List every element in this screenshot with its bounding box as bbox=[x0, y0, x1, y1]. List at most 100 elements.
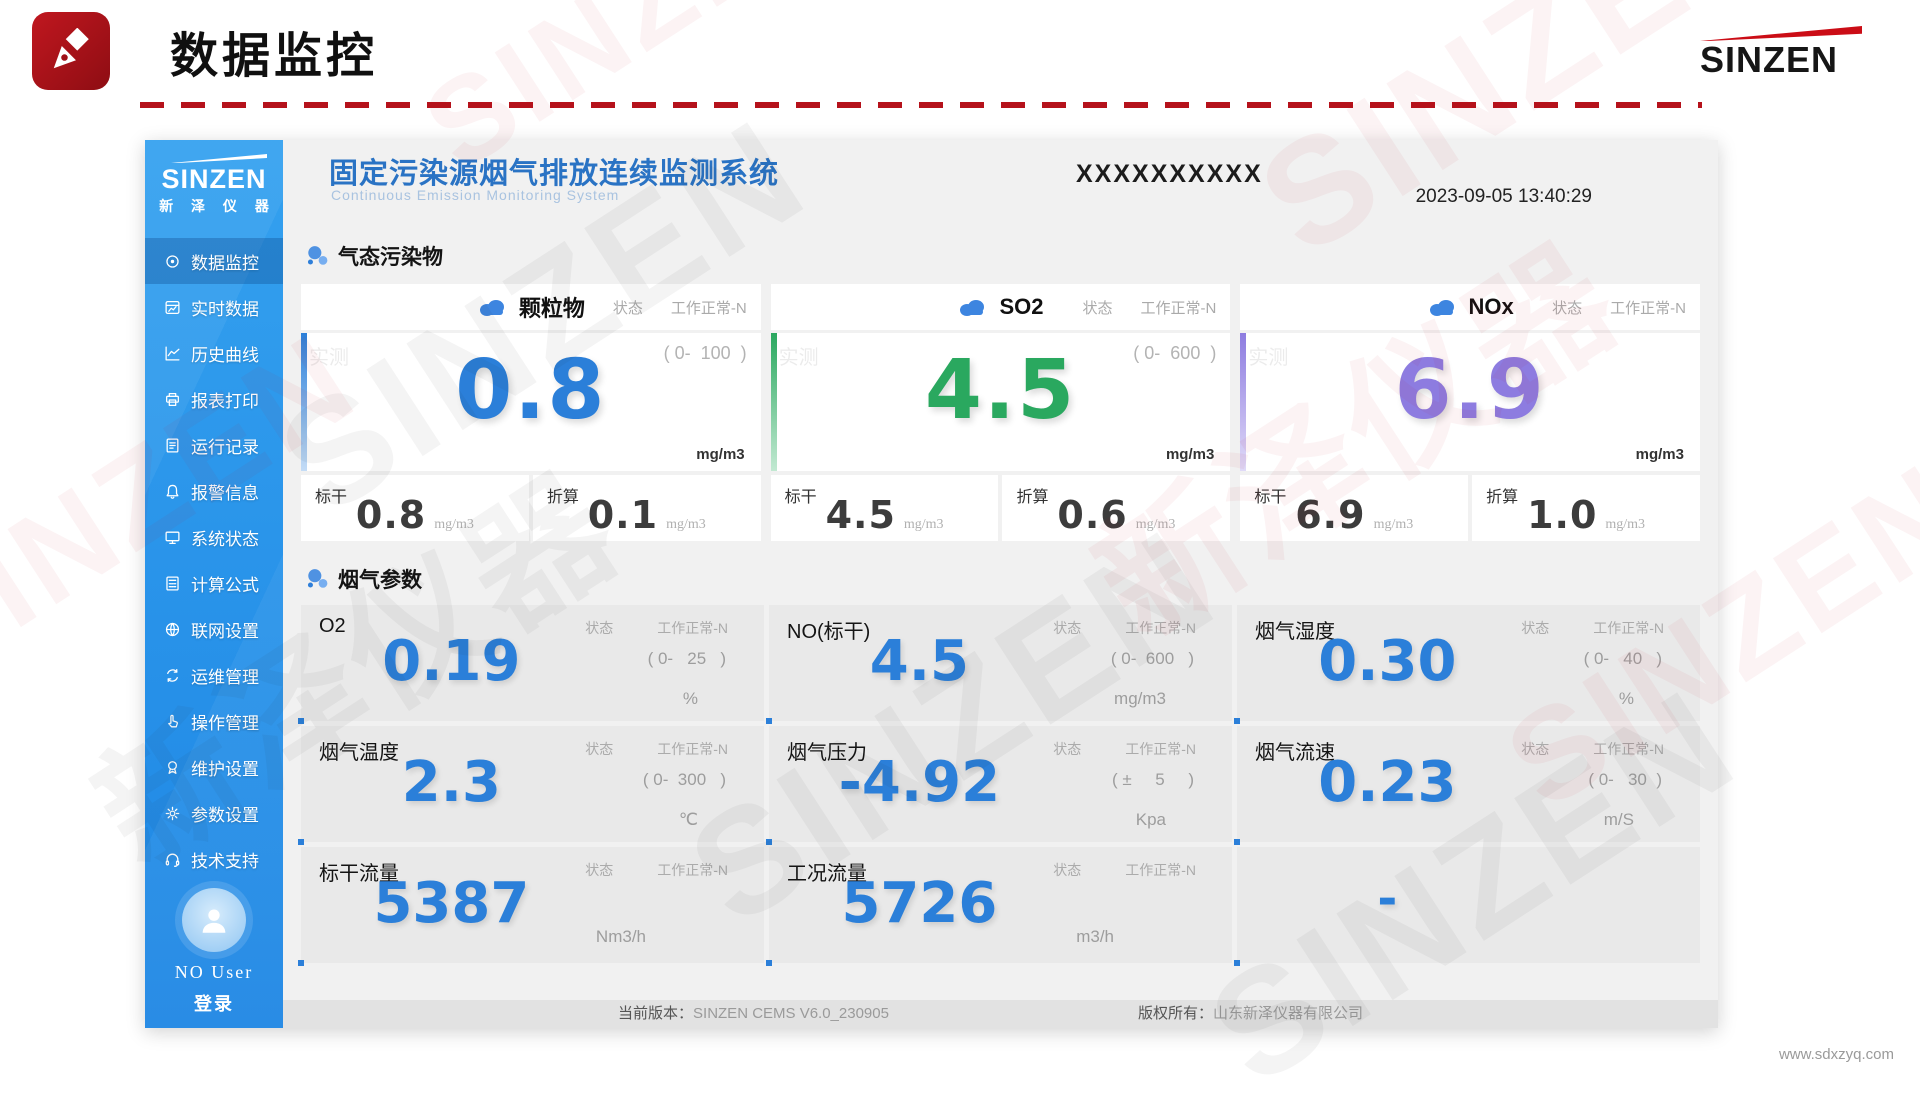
system-status-icon bbox=[164, 529, 182, 546]
range-label: ( 0- 40 ) bbox=[1584, 649, 1662, 669]
sidebar-item-realtime-data[interactable]: 实时数据 bbox=[145, 284, 283, 330]
param-value: 4.5 bbox=[799, 629, 1040, 694]
sidebar-item-label: 数据监控 bbox=[191, 249, 259, 274]
sidebar-logo-text: SINZEN bbox=[145, 165, 283, 193]
ops-management-icon bbox=[164, 667, 182, 684]
subvalue-label: 折算 bbox=[1016, 483, 1048, 507]
sidebar-item-operation-management[interactable]: 操作管理 bbox=[145, 698, 283, 744]
param-cell-temperature: 烟气温度 状态工作正常-N ( 0- 300 ) 2.3 ℃ bbox=[301, 726, 764, 842]
range-label: ( 0- 100 ) bbox=[664, 343, 747, 364]
status-value: 工作正常-N bbox=[1125, 860, 1196, 880]
sidebar-item-history-curve[interactable]: 历史曲线 bbox=[145, 330, 283, 376]
sidebar-item-calc-formula[interactable]: 计算公式 bbox=[145, 560, 283, 606]
subvalue-dry: 标干 0.8mg/m3 bbox=[301, 475, 529, 541]
section-flue-params: 烟气参数 bbox=[305, 563, 1700, 595]
range-label: ( 0- 600 ) bbox=[1111, 649, 1194, 669]
sidebar-item-label: 操作管理 bbox=[191, 709, 259, 734]
sidebar-item-report-print[interactable]: 报表打印 bbox=[145, 376, 283, 422]
sidebar-item-network-settings[interactable]: 联网设置 bbox=[145, 606, 283, 652]
login-button[interactable]: 登录 bbox=[145, 990, 283, 1016]
subvalue-unit: mg/m3 bbox=[1605, 517, 1645, 533]
pen-logo-badge bbox=[32, 12, 110, 90]
subvalue-label: 标干 bbox=[1254, 483, 1286, 507]
cloud-icon bbox=[957, 296, 989, 318]
version-value: SINZEN CEMS V6.0_230905 bbox=[693, 1005, 889, 1022]
brand-logo: SINZEN bbox=[1700, 26, 1862, 78]
status-label: 状态 bbox=[1552, 297, 1582, 318]
subvalue-unit: mg/m3 bbox=[1136, 517, 1176, 533]
param-value: 0.23 bbox=[1267, 750, 1508, 815]
realtime-data-icon bbox=[164, 299, 182, 316]
measured-label: 实测 bbox=[309, 341, 349, 370]
status-label: 状态 bbox=[1053, 739, 1081, 759]
range-label: ( 0- 300 ) bbox=[643, 770, 726, 790]
param-value: 5726 bbox=[799, 871, 1040, 936]
page-title: 数据监控 bbox=[170, 16, 378, 86]
sidebar-item-ops-management[interactable]: 运维管理 bbox=[145, 652, 283, 698]
card-footer: 标干 6.9mg/m3 折算 1.0mg/m3 bbox=[1240, 475, 1700, 541]
card-so2: SO2 状态 工作正常-N 实测 ( 0- 600 ) 4.5 mg/m3 标干 bbox=[771, 284, 1231, 541]
user-icon bbox=[197, 903, 231, 937]
system-subtitle: Continuous Emission Monitoring System bbox=[331, 187, 619, 203]
sidebar-item-label: 报表打印 bbox=[191, 387, 259, 412]
sidebar-item-maintenance-settings[interactable]: 维护设置 bbox=[145, 744, 283, 790]
param-unit: % bbox=[683, 689, 698, 709]
report-print-icon bbox=[164, 391, 182, 408]
value-unit: mg/m3 bbox=[696, 446, 744, 463]
status-label: 状态 bbox=[585, 739, 613, 759]
subvalue-unit: mg/m3 bbox=[666, 517, 706, 533]
dashed-divider bbox=[140, 102, 1702, 108]
copyright-label: 版权所有： bbox=[1138, 1005, 1213, 1022]
pen-nib-icon bbox=[48, 28, 94, 74]
status-block: 状态工作正常-N bbox=[585, 860, 728, 880]
cloud-icon bbox=[477, 296, 509, 318]
subvalue-number: 4.5 bbox=[826, 493, 896, 537]
status-label: 状态 bbox=[585, 618, 613, 638]
card-body: 实测 ( 0- 100 ) 0.8 mg/m3 bbox=[301, 333, 761, 471]
sidebar-item-system-status[interactable]: 系统状态 bbox=[145, 514, 283, 560]
status-block: 状态 工作正常-N bbox=[585, 739, 728, 759]
status-block: 状态工作正常-N bbox=[1521, 739, 1664, 759]
status-block: 状态 工作正常-N bbox=[585, 618, 728, 638]
status-label: 状态 bbox=[1082, 297, 1112, 318]
window-footer: 当前版本：SINZEN CEMS V6.0_230905 版权所有：山东新泽仪器… bbox=[283, 1000, 1718, 1028]
sidebar-item-run-record[interactable]: 运行记录 bbox=[145, 422, 283, 468]
sidebar-item-label: 维护设置 bbox=[191, 755, 259, 780]
status-value: 工作正常-N bbox=[1593, 739, 1664, 759]
pollutant-cards: 颗粒物 状态 工作正常-N 实测 ( 0- 100 ) 0.8 mg/m3 标干 bbox=[301, 284, 1700, 541]
status-label: 状态 bbox=[1053, 860, 1081, 880]
subvalue-dry: 标干 6.9mg/m3 bbox=[1240, 475, 1468, 541]
site-url: www.sdxzyq.com bbox=[1779, 1046, 1894, 1063]
status-value: 工作正常-N bbox=[657, 618, 728, 638]
sidebar-nav: 数据监控 实时数据 历史曲线 报表打印 运行记录 报警信息 bbox=[145, 238, 283, 882]
sidebar-item-alarm-info[interactable]: 报警信息 bbox=[145, 468, 283, 514]
sidebar-item-label: 报警信息 bbox=[191, 479, 259, 504]
param-value: 0.30 bbox=[1267, 629, 1508, 694]
app-window: SINZEN 新 泽 仪 器 数据监控 实时数据 历史曲线 报表打印 运 bbox=[145, 140, 1718, 1028]
sidebar-item-label: 历史曲线 bbox=[191, 341, 259, 366]
status-value: 工作正常-N bbox=[657, 739, 728, 759]
sidebar-item-tech-support[interactable]: 技术支持 bbox=[145, 836, 283, 882]
param-cell-velocity: 烟气流速 状态工作正常-N ( 0- 30 ) 0.23 m/S bbox=[1237, 726, 1700, 842]
accent-bar bbox=[771, 333, 777, 471]
status-value: 工作正常-N bbox=[1141, 297, 1217, 318]
sidebar-item-parameter-settings[interactable]: 参数设置 bbox=[145, 790, 283, 836]
status-value: 工作正常-N bbox=[671, 297, 747, 318]
version-label: 当前版本： bbox=[618, 1005, 693, 1022]
param-cell-empty: - bbox=[1237, 847, 1700, 963]
avatar[interactable] bbox=[182, 888, 246, 952]
subvalue-label: 折算 bbox=[1486, 483, 1518, 507]
subvalue-number: 6.9 bbox=[1295, 493, 1365, 537]
section-gas-pollutants: 气态污染物 bbox=[305, 240, 1700, 272]
sidebar-item-data-monitor[interactable]: 数据监控 bbox=[145, 238, 283, 284]
operation-management-icon bbox=[164, 713, 182, 730]
station-name: XXXXXXXXXX bbox=[1076, 160, 1263, 189]
status-value: 工作正常-N bbox=[1593, 618, 1664, 638]
value-unit: mg/m3 bbox=[1166, 446, 1214, 463]
card-nox: NOx 状态 工作正常-N 实测 6.9 mg/m3 标干 6 bbox=[1240, 284, 1700, 541]
card-header: SO2 状态 工作正常-N bbox=[771, 284, 1231, 330]
param-value: 5387 bbox=[331, 871, 572, 936]
version-info: 当前版本：SINZEN CEMS V6.0_230905 bbox=[618, 1000, 889, 1028]
sidebar-item-label: 联网设置 bbox=[191, 617, 259, 642]
status-value: 工作正常-N bbox=[1610, 297, 1686, 318]
